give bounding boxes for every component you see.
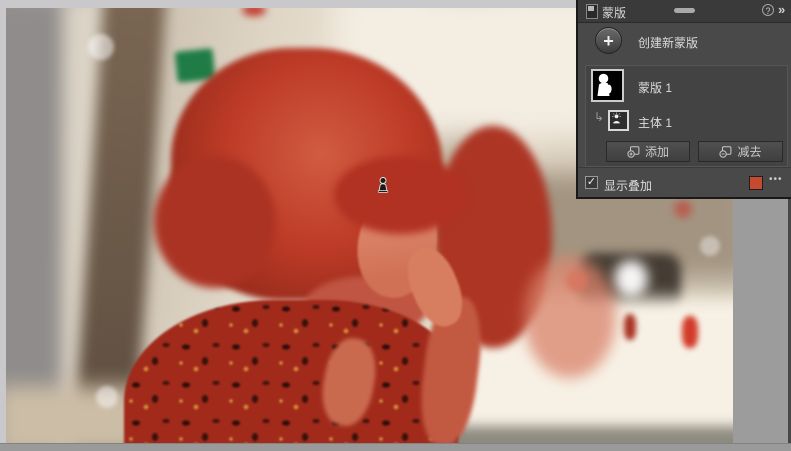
subtract-from-mask-button[interactable]: 减去 [698, 141, 783, 162]
overlay-label: 显示叠加 [604, 179, 653, 193]
add-button-label: 添加 [644, 145, 669, 159]
subtract-button-label: 减去 [737, 145, 762, 159]
create-mask-row: + 创建新蒙版 [578, 22, 791, 62]
subject-thumbnail[interactable] [608, 110, 629, 131]
photo-building-left [6, 8, 66, 443]
subject-select-icon[interactable] [376, 176, 390, 193]
create-mask-label: 创建新蒙版 [638, 36, 699, 50]
add-to-mask-button[interactable]: 添加 [606, 141, 690, 162]
photo-red-bokeh [674, 200, 692, 218]
mask-thumbnail[interactable] [591, 69, 624, 102]
photo-red-hydrant [682, 316, 698, 348]
panel-icon [586, 4, 598, 19]
photo-car-glare [614, 260, 648, 298]
photo-bokeh [88, 34, 114, 60]
subtract-mask-icon [719, 145, 732, 158]
add-mask-icon [627, 145, 640, 158]
more-options-icon[interactable]: ••• [769, 174, 783, 185]
panel-title: 蒙版 [602, 6, 627, 20]
mask-group[interactable]: 蒙版 1 ↳ 主体 1 添加 减去 [585, 65, 788, 167]
photo-red-post [624, 314, 636, 340]
overlay-row: ✓ 显示叠加 ••• [578, 167, 791, 198]
subject-row-label[interactable]: 主体 1 [638, 114, 672, 131]
overlay-checkbox[interactable]: ✓ [585, 176, 598, 189]
drag-handle[interactable] [674, 8, 695, 13]
branch-arrow-icon: ↳ [594, 110, 605, 124]
create-mask-button[interactable]: + [595, 27, 622, 54]
photo-bokeh [96, 386, 118, 408]
subject-hair-highlight [524, 256, 616, 378]
subject-hair-bang [334, 156, 466, 234]
mask-row-label[interactable]: 蒙版 1 [638, 79, 672, 96]
masks-panel-header[interactable]: 蒙版 ? » [578, 0, 791, 23]
help-icon[interactable]: ? [762, 4, 774, 16]
subject-hair-masked [154, 156, 276, 288]
overlay-color-swatch[interactable] [749, 176, 763, 190]
photo-bokeh [700, 236, 720, 256]
masks-panel: 蒙版 ? » + 创建新蒙版 蒙版 1 ↳ 主体 1 添加 减去 ✓ 显示叠加 … [576, 0, 791, 199]
collapse-panel-icon[interactable]: » [778, 2, 785, 17]
